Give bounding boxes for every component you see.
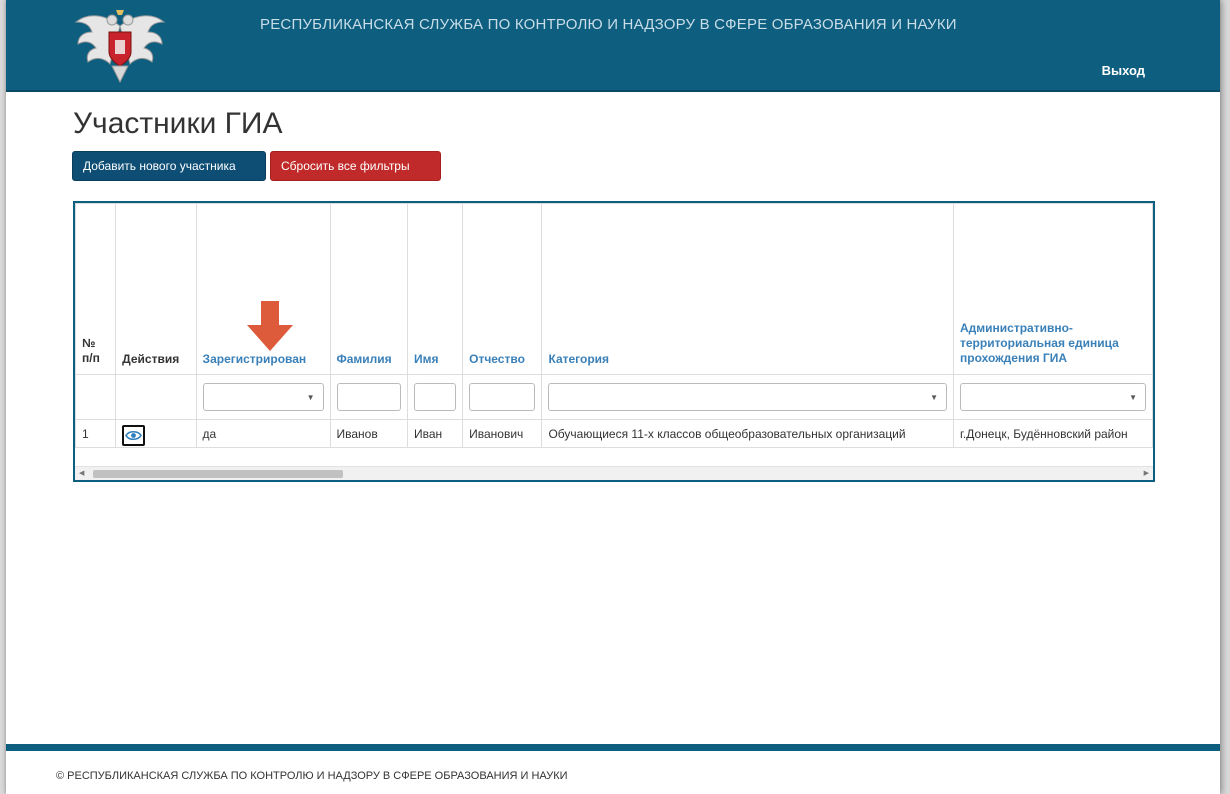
page: РЕСПУБЛИКАНСКАЯ СЛУЖБА ПО КОНТРОЛЮ И НАД… xyxy=(6,0,1220,794)
admin-unit-filter-select[interactable]: ▼ xyxy=(960,383,1146,411)
filter-cell-category: ▼ xyxy=(541,374,954,420)
cell-number: 1 xyxy=(75,419,117,448)
site-header: РЕСПУБЛИКАНСКАЯ СЛУЖБА ПО КОНТРОЛЮ И НАД… xyxy=(6,0,1220,92)
registered-filter-select[interactable]: ▼ xyxy=(202,383,324,411)
footer-divider xyxy=(6,744,1220,751)
eye-icon xyxy=(125,430,143,440)
last-name-filter-input[interactable] xyxy=(336,383,401,411)
filter-cell-registered: ▼ xyxy=(195,374,331,420)
cell-patronymic: Иванович xyxy=(462,419,543,448)
cell-category: Обучающиеся 11-х классов общеобразовател… xyxy=(541,419,954,448)
filter-cell-first-name xyxy=(406,374,464,420)
caret-down-icon: ▼ xyxy=(1129,393,1137,402)
table-row: 1 да Иванов Иван Иванович Обучающиеся 11… xyxy=(75,419,1153,448)
column-header-number: № п/п xyxy=(75,203,117,375)
participants-table: № п/п Действия Зарегистрирован Фамилия И… xyxy=(75,203,1153,448)
scrollbar-thumb[interactable] xyxy=(93,470,343,478)
cell-admin-unit: г.Донецк, Будённовский район xyxy=(953,419,1153,448)
column-header-last-name[interactable]: Фамилия xyxy=(329,203,408,375)
filter-cell-admin-unit: ▼ xyxy=(953,374,1153,420)
logout-link[interactable]: Выход xyxy=(1102,63,1145,78)
participants-grid: № п/п Действия Зарегистрирован Фамилия И… xyxy=(73,201,1155,482)
column-header-first-name[interactable]: Имя xyxy=(406,203,464,375)
category-filter-select[interactable]: ▼ xyxy=(548,383,947,411)
view-participant-button[interactable] xyxy=(122,424,146,446)
filter-cell-empty xyxy=(115,374,197,420)
column-header-admin-unit[interactable]: Административно-территориальная единица … xyxy=(953,203,1153,375)
column-header-actions: Действия xyxy=(115,203,197,375)
column-header-category[interactable]: Категория xyxy=(541,203,954,375)
scroll-right-icon[interactable]: ▶ xyxy=(1144,469,1149,477)
cell-registered: да xyxy=(195,419,331,448)
patronymic-filter-input[interactable] xyxy=(469,383,536,411)
scroll-left-icon[interactable]: ◀ xyxy=(79,469,84,477)
horizontal-scrollbar[interactable]: ◀ ▶ xyxy=(75,466,1153,480)
coat-of-arms-icon xyxy=(74,10,166,84)
cell-last-name: Иванов xyxy=(329,419,408,448)
add-participant-button[interactable]: Добавить нового участника xyxy=(72,151,266,181)
filter-cell-patronymic xyxy=(462,374,543,420)
filter-cell-last-name xyxy=(329,374,408,420)
cell-first-name: Иван xyxy=(406,419,464,448)
column-header-patronymic[interactable]: Отчество xyxy=(462,203,543,375)
page-title: Участники ГИА xyxy=(73,107,283,140)
reset-filters-button[interactable]: Сбросить все фильтры xyxy=(270,151,441,181)
caret-down-icon: ▼ xyxy=(306,393,315,402)
caret-down-icon: ▼ xyxy=(930,393,938,402)
filter-cell-empty xyxy=(75,374,117,420)
footer-copyright: © РЕСПУБЛИКАНСКАЯ СЛУЖБА ПО КОНТРОЛЮ И Н… xyxy=(56,770,568,782)
first-name-filter-input[interactable] xyxy=(413,383,457,411)
cell-actions xyxy=(115,419,197,448)
organization-title: РЕСПУБЛИКАНСКАЯ СЛУЖБА ПО КОНТРОЛЮ И НАД… xyxy=(260,16,957,33)
arrow-down-icon xyxy=(247,301,293,351)
